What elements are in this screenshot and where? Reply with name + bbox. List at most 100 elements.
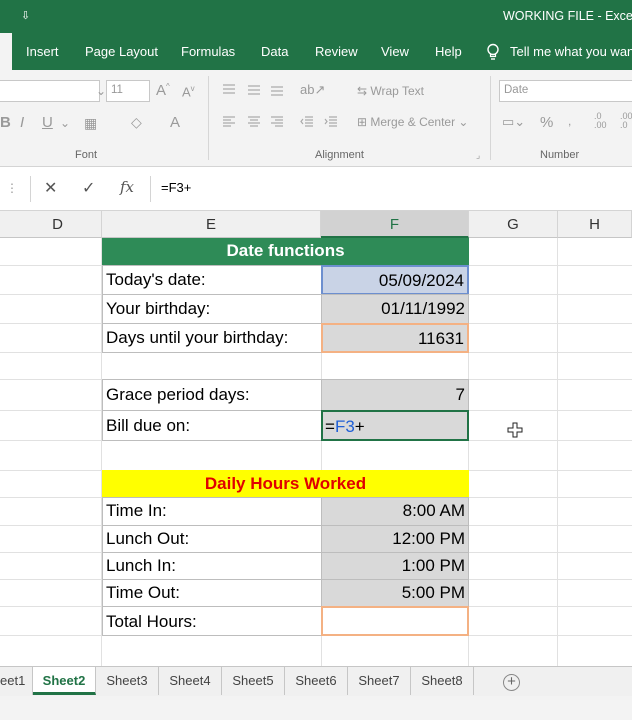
column-header-d[interactable]: D [0, 211, 102, 238]
formula-equals: = [325, 417, 335, 436]
label-birthday[interactable]: Your birthday: [102, 294, 322, 324]
top-align-icon[interactable] [222, 84, 236, 96]
cancel-icon[interactable]: ✕ [44, 178, 57, 198]
sheet-tab-sheet3[interactable]: Sheet3 [96, 667, 159, 695]
date-functions-header[interactable]: Date functions [102, 238, 469, 265]
decrease-font-icon[interactable]: Av [182, 84, 195, 99]
wrap-text-button[interactable]: ⇆ Wrap Text [357, 84, 424, 98]
font-size-box[interactable]: 11 [106, 80, 150, 102]
number-format-box[interactable]: Date [499, 80, 632, 102]
enter-icon[interactable]: ✓ [82, 178, 95, 198]
decrease-indent-icon[interactable] [300, 116, 314, 128]
formula-operator: + [354, 417, 365, 436]
label-total-hours[interactable]: Total Hours: [102, 606, 322, 636]
font-name-box[interactable] [0, 80, 100, 102]
wrap-text-label: Wrap Text [370, 84, 424, 98]
label-bill-due[interactable]: Bill due on: [102, 410, 322, 441]
bottom-align-icon[interactable] [270, 84, 284, 96]
tab-home-edge[interactable] [0, 33, 12, 70]
formula-input[interactable]: =F3+ [161, 180, 191, 195]
underline-icon[interactable]: U [42, 114, 53, 131]
increase-indent-icon[interactable] [324, 116, 338, 128]
orientation-icon[interactable]: ab↗ [300, 82, 325, 98]
ribbon-tab-row: Insert Page Layout Formulas Data Review … [0, 33, 632, 70]
value-lunch-in[interactable]: 1:00 PM [321, 552, 469, 580]
chevron-down-icon[interactable]: ⌄ [96, 84, 106, 98]
tab-data[interactable]: Data [261, 44, 288, 59]
value-todays-date[interactable]: 05/09/2024 [321, 265, 469, 295]
active-cell-bill-due[interactable]: =F3+ [321, 410, 469, 441]
bold-icon[interactable]: B [0, 114, 11, 131]
align-right-icon[interactable] [270, 116, 284, 128]
label-days-until-birthday[interactable]: Days until your birthday: [102, 323, 322, 353]
group-divider [490, 76, 491, 160]
sheet-tab-sheet1[interactable]: eet1 [0, 667, 33, 695]
label-todays-date[interactable]: Today's date: [102, 265, 322, 295]
sheet-tab-bar: eet1 Sheet2 Sheet3 Sheet4 Sheet5 Sheet6 … [0, 666, 632, 696]
merge-center-button[interactable]: ⊞ Merge & Center ⌄ [357, 115, 468, 129]
column-header-f[interactable]: F [321, 211, 469, 238]
tab-view[interactable]: View [381, 44, 409, 59]
formula-bar-divider [30, 176, 31, 202]
insert-function-icon[interactable]: fx [120, 178, 134, 196]
alignment-launcher-icon[interactable]: ⌟ [476, 150, 480, 161]
sheet-tab-sheet4[interactable]: Sheet4 [159, 667, 222, 695]
gridline [557, 238, 558, 666]
font-color-icon[interactable]: A [170, 114, 180, 131]
tab-review[interactable]: Review [315, 44, 358, 59]
increase-decimal-icon[interactable]: .0.00 [594, 112, 607, 130]
label-time-in[interactable]: Time In: [102, 497, 322, 526]
sheet-tab-sheet8[interactable]: Sheet8 [411, 667, 474, 695]
title-bar: ⇩ WORKING FILE - Exce [0, 0, 632, 33]
number-group-label: Number [540, 149, 580, 161]
cell-cursor-icon [507, 422, 523, 438]
column-header-g[interactable]: G [469, 211, 558, 238]
quick-access-dropdown[interactable]: ⇩ [21, 9, 30, 22]
decrease-decimal-icon[interactable]: .00.0 [620, 112, 632, 130]
label-grace-period[interactable]: Grace period days: [102, 379, 322, 411]
sheet-tab-sheet7[interactable]: Sheet7 [348, 667, 411, 695]
underline-dropdown-icon[interactable]: ⌄ [60, 116, 70, 130]
number-format-value: Date [504, 84, 529, 96]
lightbulb-icon [487, 43, 499, 60]
value-birthday[interactable]: 01/11/1992 [321, 294, 469, 324]
align-left-icon[interactable] [222, 116, 236, 128]
middle-align-icon[interactable] [247, 84, 261, 96]
value-days-until-birthday[interactable]: 11631 [321, 323, 469, 353]
daily-hours-header[interactable]: Daily Hours Worked [102, 470, 469, 497]
sheet-tab-sheet6[interactable]: Sheet6 [285, 667, 348, 695]
label-time-out[interactable]: Time Out: [102, 579, 322, 607]
column-header-e[interactable]: E [102, 211, 321, 238]
value-time-out[interactable]: 5:00 PM [321, 579, 469, 607]
label-lunch-in[interactable]: Lunch In: [102, 552, 322, 580]
align-center-icon[interactable] [247, 116, 261, 128]
value-time-in[interactable]: 8:00 AM [321, 497, 469, 526]
window-title: WORKING FILE - Exce [503, 9, 632, 23]
comma-style-icon[interactable]: , [568, 114, 571, 128]
sheet-tab-sheet2[interactable]: Sheet2 [33, 667, 96, 695]
increase-font-icon[interactable]: A^ [156, 82, 170, 99]
font-size-value: 11 [111, 84, 123, 96]
fill-color-icon[interactable]: ◇ [131, 114, 142, 131]
tab-formulas[interactable]: Formulas [181, 44, 235, 59]
tell-me-search[interactable]: Tell me what you wan [510, 44, 632, 59]
formula-bar-divider [150, 176, 151, 202]
accounting-format-icon[interactable]: ▭⌄ [502, 114, 525, 130]
add-sheet-button[interactable]: + [503, 674, 520, 691]
tab-page-layout[interactable]: Page Layout [85, 44, 158, 59]
value-lunch-out[interactable]: 12:00 PM [321, 525, 469, 553]
tab-help[interactable]: Help [435, 44, 462, 59]
more-options-icon[interactable]: ⋮ [6, 181, 18, 195]
percent-icon[interactable]: % [540, 114, 553, 131]
value-total-hours[interactable] [321, 606, 469, 636]
sheet-tab-sheet5[interactable]: Sheet5 [222, 667, 285, 695]
font-group-label: Font [75, 149, 98, 161]
label-lunch-out[interactable]: Lunch Out: [102, 525, 322, 553]
formula-bar: ⋮ ✕ ✓ fx =F3+ [0, 167, 632, 211]
value-grace-period[interactable]: 7 [321, 379, 469, 411]
ribbon: ⌄ 11 A^ Av B I U ⌄ ▦ ◇ A Font ab↗ ⇆ Wrap… [0, 70, 632, 167]
column-header-h[interactable]: H [558, 211, 632, 238]
borders-icon[interactable]: ▦ [84, 115, 97, 132]
tab-insert[interactable]: Insert [26, 44, 59, 59]
italic-icon[interactable]: I [20, 114, 24, 131]
